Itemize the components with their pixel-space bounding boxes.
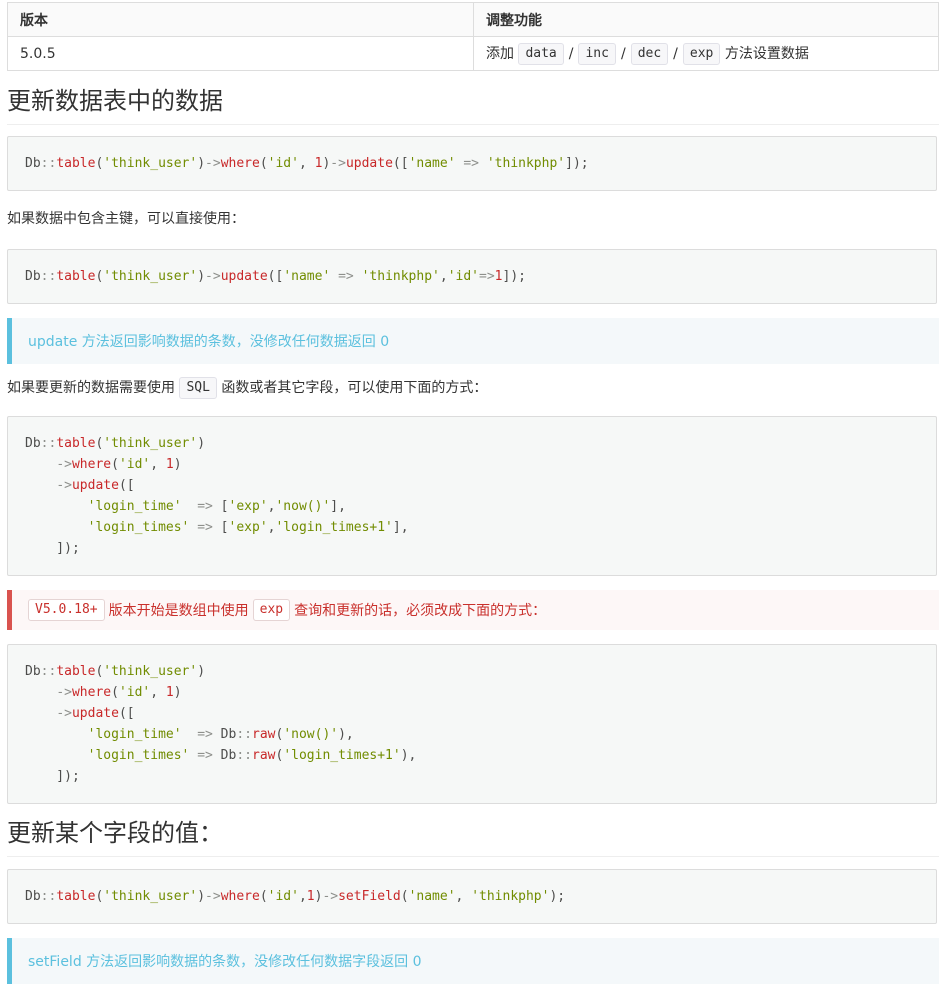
section-heading-update: 更新数据表中的数据: [7, 86, 939, 125]
table-header-row: 版本 调整功能: [7, 2, 939, 37]
info-note-setfield: setField 方法返回影响数据的条数，没修改任何数据字段返回 0: [7, 938, 939, 984]
warning-text-2: 查询和更新的话，必须改成下面的方式：: [294, 603, 547, 619]
method-dec: dec: [630, 42, 669, 65]
inline-code-exp: exp: [252, 599, 291, 621]
info-note-text: update 方法返回影响数据的条数，没修改任何数据返回 0: [28, 334, 390, 350]
paragraph-text-before: 如果要更新的数据需要使用: [7, 380, 175, 396]
paragraph-sql-function: 如果要更新的数据需要使用 SQL 函数或者其它字段，可以使用下面的方式：: [7, 377, 487, 399]
paragraph-text-after: 函数或者其它字段，可以使用下面的方式：: [221, 380, 488, 396]
table-header-feature: 调整功能: [473, 2, 939, 37]
table-cell-feature: 添加 data / inc / dec / exp 方法设置数据: [473, 36, 939, 71]
method-data: data: [518, 42, 564, 65]
info-note-update: update 方法返回影响数据的条数，没修改任何数据返回 0: [7, 318, 939, 364]
feature-prefix: 添加: [486, 45, 514, 62]
warning-note-version: V5.0.18+ 版本开始是数组中使用 exp 查询和更新的话，必须改成下面的方…: [7, 590, 939, 630]
separator: /: [568, 45, 574, 62]
section-heading-setfield: 更新某个字段的值：: [7, 818, 939, 857]
separator: /: [673, 45, 678, 62]
inline-code-sql: SQL: [179, 377, 217, 399]
method-inc: inc: [578, 42, 616, 65]
code-block-4[interactable]: Db::table('think_user') ->where('id', 1)…: [7, 644, 937, 804]
warning-text-1: 版本开始是数组中使用: [108, 603, 249, 619]
code-block-1[interactable]: Db::table('think_user')->where('id', 1)-…: [7, 136, 937, 191]
info-note-text: setField 方法返回影响数据的条数，没修改任何数据字段返回 0: [28, 954, 422, 970]
version-badge: V5.0.18+: [28, 599, 105, 621]
table-header-version: 版本: [7, 2, 474, 37]
code-block-3[interactable]: Db::table('think_user') ->where('id', 1)…: [7, 416, 937, 576]
code-block-5[interactable]: Db::table('think_user')->where('id',1)->…: [7, 869, 937, 924]
document-page: 版本 调整功能 5.0.5 添加 data / inc / dec / exp 方法设置数据…: [0, 0, 949, 1001]
version-table: 版本 调整功能 5.0.5 添加 data / inc / dec / exp 方法设置数据: [7, 2, 939, 71]
paragraph-primary-key: 如果数据中包含主键，可以直接使用：: [7, 211, 245, 227]
code-block-2[interactable]: Db::table('think_user')->update(['name' …: [7, 249, 937, 304]
method-exp: exp: [682, 42, 721, 65]
table-cell-version: 5.0.5: [7, 36, 474, 71]
table-row: 5.0.5 添加 data / inc / dec / exp 方法设置数据: [7, 36, 939, 71]
separator: /: [620, 45, 626, 62]
feature-suffix: 方法设置数据: [724, 45, 809, 62]
